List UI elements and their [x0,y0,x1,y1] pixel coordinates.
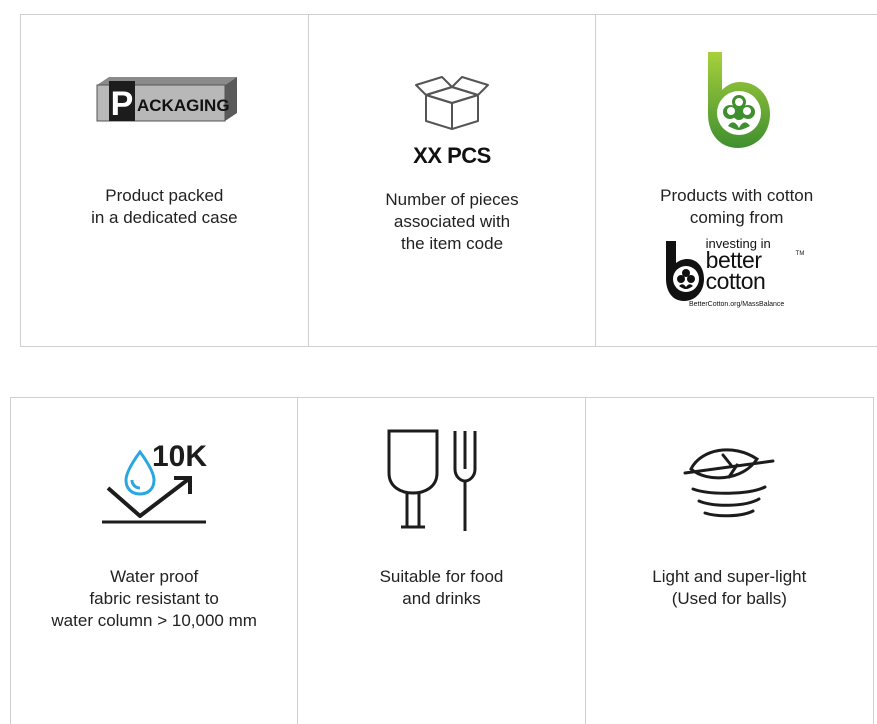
svg-text:10K: 10K [152,440,207,473]
badge-line3: cotton [705,268,766,294]
feature-lightweight: Light and super-light (Used for balls) [586,398,873,724]
pieces-count-label: XX PCS [413,143,491,168]
pieces-caption: Number of pieces associated with the ite… [385,190,519,253]
better-cotton-badge: investing in TM better cotton BetterCott… [662,237,812,313]
features-grid-top: P ACKAGING Product packed in a dedicated… [20,14,877,347]
lightweight-caption: Light and super-light (Used for balls) [652,567,807,608]
lightweight-leaf-icon [683,448,775,518]
packaging-box-icon: P ACKAGING [96,77,238,123]
waterproof-10k-icon: 10K [102,440,208,524]
feature-better-cotton: Products with cotton coming from investi… [596,15,877,346]
features-grid-bottom: 10K Water proof fabric resistant to wate… [10,397,874,724]
svg-text:ACKAGING: ACKAGING [137,96,230,115]
better-cotton-caption: Products with cotton coming from [660,186,814,227]
better-cotton-badge-b-icon [665,241,704,301]
feature-food-safe: Suitable for food and drinks [298,398,586,724]
badge-tm: TM [795,251,805,257]
packaging-caption: Product packed in a dedicated case [91,186,238,227]
waterproof-caption: Water proof fabric resistant to water co… [51,567,257,630]
badge-url: BetterCotton.org/MassBalance [689,301,785,308]
feature-packaging: P ACKAGING Product packed in a dedicated… [21,15,309,346]
open-box-icon [415,76,489,130]
feature-waterproof: 10K Water proof fabric resistant to wate… [11,398,299,724]
svg-text:P: P [111,85,134,123]
better-cotton-b-icon [707,52,770,148]
food-safe-caption: Suitable for food and drinks [379,567,504,608]
feature-pieces: XX PCS Number of pieces associated with … [309,15,597,346]
food-safe-glass-fork-icon [387,429,477,531]
